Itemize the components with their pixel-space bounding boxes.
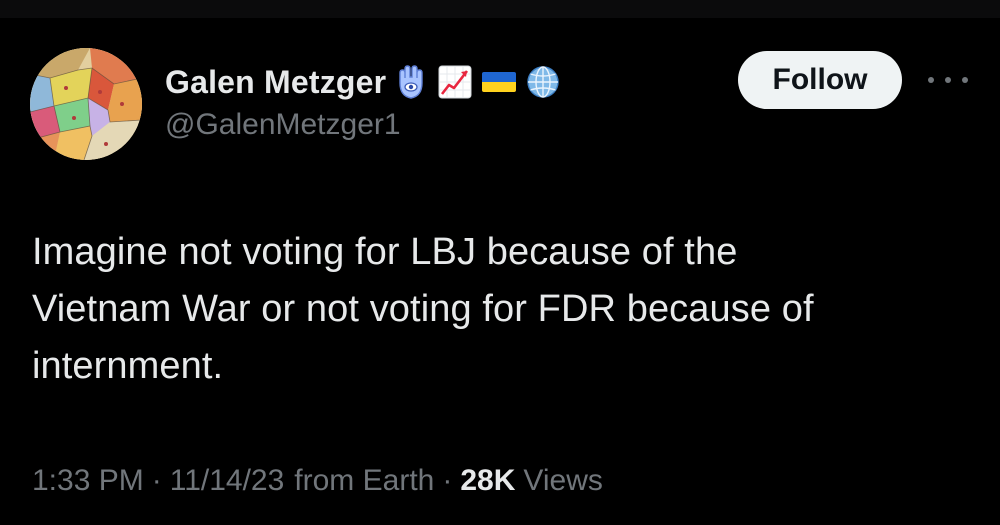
separator: · [151,464,162,497]
tweet-text-line: internment. [32,345,224,387]
ukraine-flag-icon [480,63,518,101]
tweet-text: Imagine not voting for LBJ because of th… [32,224,962,395]
dot [928,77,934,83]
tweet-date[interactable]: 11/14/23 [170,464,285,498]
separator: · [442,464,453,497]
globe-icon [524,63,562,101]
more-horizontal-icon[interactable] [928,70,968,90]
chart-increasing-icon [436,63,474,101]
top-bar [0,0,1000,18]
name-row: Galen Metzger [165,58,725,106]
views-count[interactable]: 28K [460,464,515,498]
map-avatar-image [30,48,142,160]
avatar[interactable] [30,48,142,160]
follow-button[interactable]: Follow [738,51,902,109]
tweet-text-line: Vietnam War or not voting for FDR becaus… [32,288,814,330]
tweet-time[interactable]: 1:33 PM [32,464,144,498]
tweet: Galen Metzger @GalenMetzger1 Follow Imag… [0,18,1000,525]
views-label: Views [523,464,603,497]
display-name[interactable]: Galen Metzger [165,64,386,101]
author-block: Galen Metzger @GalenMetzger1 [165,58,725,142]
dot [962,77,968,83]
user-handle[interactable]: @GalenMetzger1 [165,108,725,142]
dot [945,77,951,83]
tweet-text-line: Imagine not voting for LBJ because of th… [32,231,738,273]
tweet-meta: 1:33 PM · 11/14/23 from Earth · 28K View… [32,464,603,498]
tweet-source: from Earth [294,464,435,497]
hamsa-icon [392,63,430,101]
